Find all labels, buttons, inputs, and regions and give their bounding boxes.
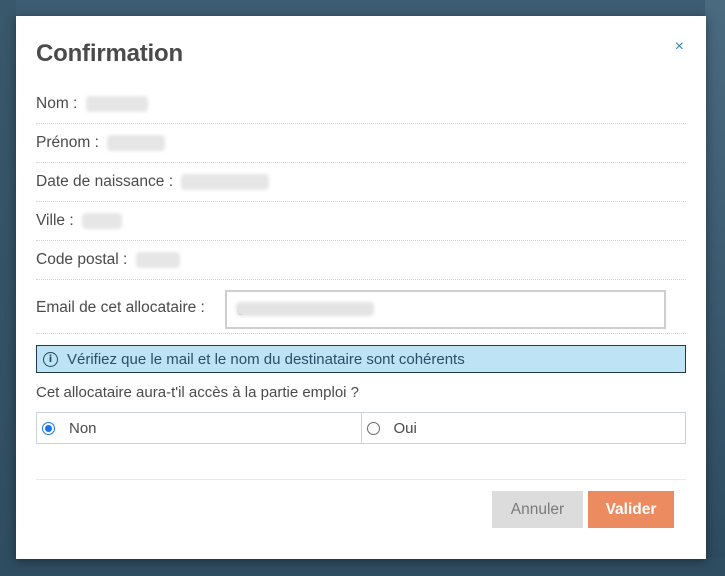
redacted-value [85,96,148,112]
field-label-prenom: Prénom : [36,134,99,151]
employment-access-question: Cet allocataire aura-t'il accès à la par… [36,384,360,401]
field-ville: Ville : [36,202,686,241]
info-banner: i Vérifiez que le mail et le nom du dest… [36,345,686,373]
radio-label-non: Non [69,419,97,437]
backdrop [705,0,725,576]
radio-label-oui: Oui [393,419,417,437]
info-circle-icon: i [43,351,58,367]
footer-divider [36,479,686,480]
field-label-date-naissance: Date de naissance : [36,173,174,190]
field-label-email: Email de cet allocataire : [36,299,205,316]
field-label-code-postal: Code postal : [36,251,128,268]
radio-button-unchecked[interactable] [366,421,380,435]
redacted-value [135,252,180,268]
radio-option-oui[interactable]: Oui [360,413,686,443]
backdrop [0,0,16,576]
submit-button[interactable]: Valider [588,491,674,528]
dialog-title: Confirmation [36,40,183,67]
field-label-nom: Nom : [36,95,78,112]
field-date-naissance: Date de naissance : [36,163,686,202]
field-label-ville: Ville : [36,212,74,229]
backdrop [0,558,725,576]
info-message: Vérifiez que le mail et le nom du destin… [67,350,465,368]
field-nom: Nom : [36,88,686,124]
field-email: Email de cet allocataire : [36,282,686,334]
cancel-button[interactable]: Annuler [492,491,583,528]
confirmation-dialog: Confirmation × Nom : Prénom : Date de na… [16,16,706,559]
redacted-value [236,302,374,316]
radio-option-non[interactable]: Non [37,413,361,443]
employment-access-radio-group: Non Oui [36,412,686,444]
redacted-value [81,213,122,229]
redacted-value [181,174,270,190]
radio-button-checked[interactable] [42,421,55,435]
redacted-value [107,135,166,151]
close-icon[interactable]: × [675,38,684,56]
backdrop [0,0,725,16]
field-code-postal: Code postal : [36,241,686,280]
field-prenom: Prénom : [36,124,686,163]
